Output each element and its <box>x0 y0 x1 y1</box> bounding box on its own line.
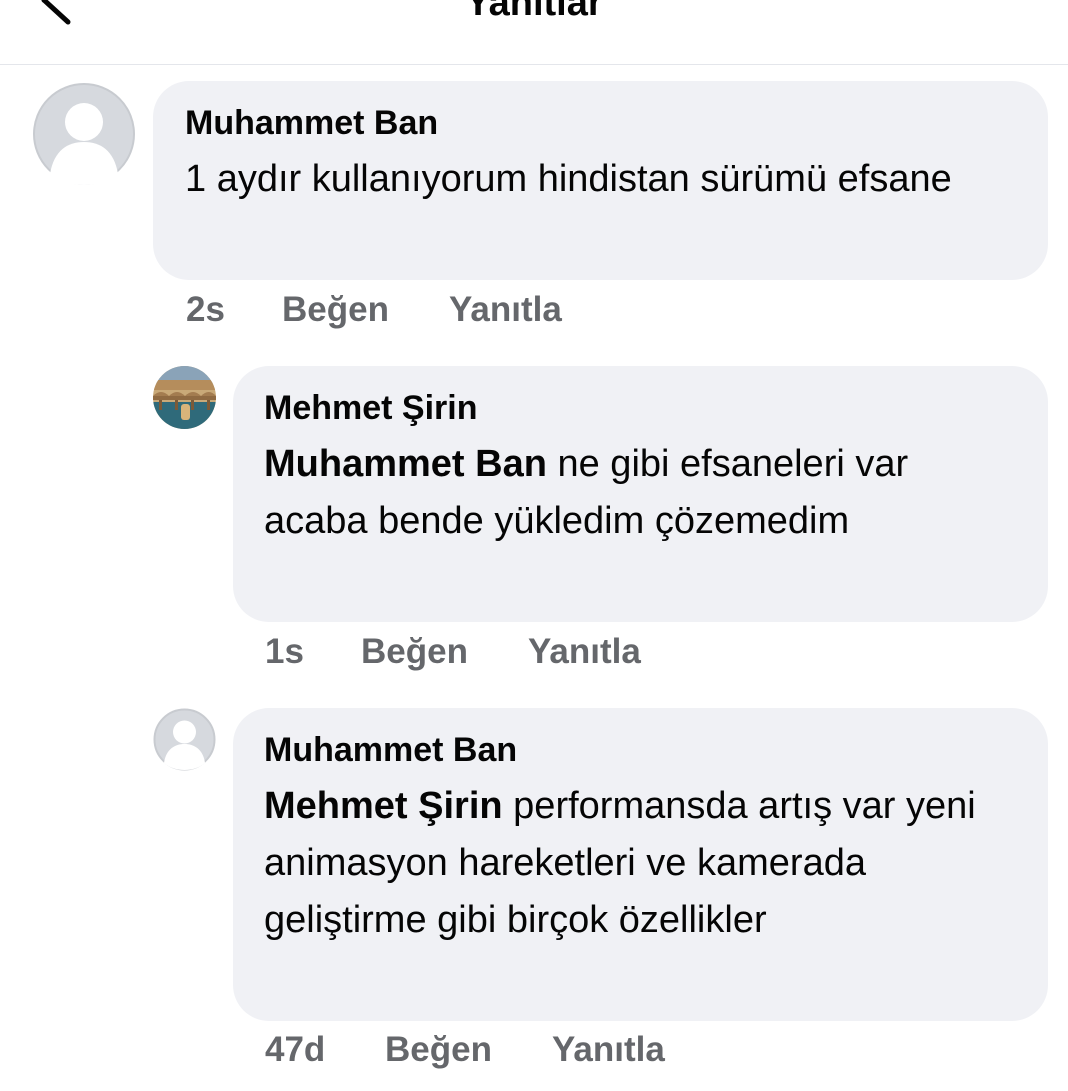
comment-author[interactable]: Muhammet Ban <box>264 730 1018 770</box>
comment-text: Muhammet Ban ne gibi efsaneleri var acab… <box>264 436 1018 550</box>
default-avatar-icon[interactable] <box>153 708 216 771</box>
comment-time: 47d <box>265 1030 326 1069</box>
like-button[interactable]: Beğen <box>282 290 389 330</box>
page-title: Yanıtlar <box>465 0 603 24</box>
bridge-photo-avatar[interactable] <box>153 366 216 429</box>
comment-bubble: Muhammet Ban Mehmet Şirin performansda a… <box>233 708 1048 1021</box>
mention-link[interactable]: Muhammet Ban <box>264 443 547 485</box>
top-bar: Yanıtlar <box>0 0 1068 65</box>
mention-link[interactable]: Mehmet Şirin <box>264 785 503 827</box>
comment-meta: 2s Beğen Yanıtla <box>186 290 686 334</box>
comment-text: 1 aydır kullanıyorum hindistan sürümü ef… <box>185 151 1018 208</box>
comment-author[interactable]: Mehmet Şirin <box>264 388 1018 428</box>
reply-button[interactable]: Yanıtla <box>449 290 562 330</box>
comment-author[interactable]: Muhammet Ban <box>185 103 1018 143</box>
comment-text: Mehmet Şirin performansda artış var yeni… <box>264 778 1018 949</box>
reply-button[interactable]: Yanıtla <box>528 632 641 672</box>
comment-time: 1s <box>265 632 304 671</box>
comment-body: 1 aydır kullanıyorum hindistan sürümü ef… <box>185 158 952 200</box>
like-button[interactable]: Beğen <box>385 1030 492 1070</box>
default-avatar-icon[interactable] <box>32 82 136 186</box>
comment-meta: 1s Beğen Yanıtla <box>265 632 765 676</box>
comment-bubble: Muhammet Ban 1 aydır kullanıyorum hindis… <box>153 81 1048 280</box>
comment-time: 2s <box>186 290 225 329</box>
comment-bubble: Mehmet Şirin Muhammet Ban ne gibi efsane… <box>233 366 1048 622</box>
like-button[interactable]: Beğen <box>361 632 468 672</box>
comment-meta: 47d Beğen Yanıtla <box>265 1030 765 1074</box>
reply-button[interactable]: Yanıtla <box>552 1030 665 1070</box>
